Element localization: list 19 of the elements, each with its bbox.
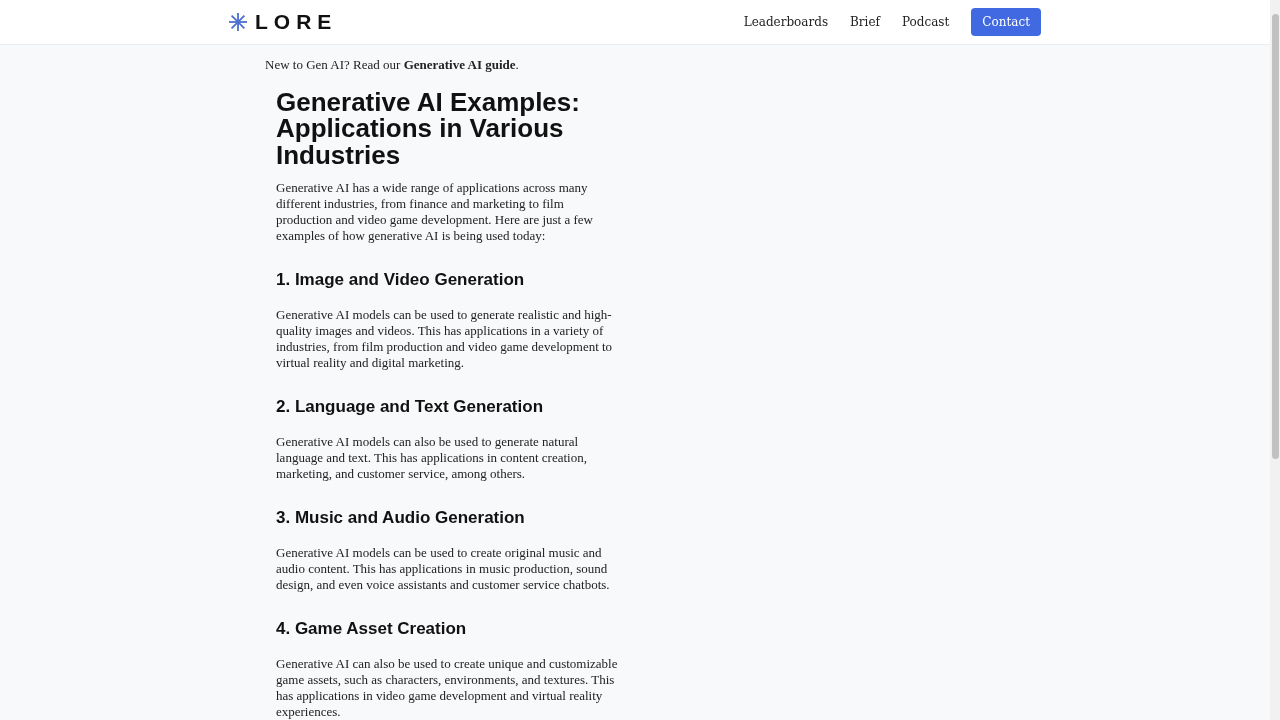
section-heading: 1. Image and Video Generation (276, 270, 526, 290)
section-heading: 2. Language and Text Generation (276, 397, 544, 417)
logo[interactable]: LORE (255, 9, 338, 34)
section-paragraph: Generative AI can also be used to create unique and customizable game assets, such as characters, environments, and textures. This has applications in video game development and virtual reality experiences. (276, 656, 618, 720)
intro-paragraph: Generative AI has a wide range of applications across many different industries, from finance and marketing to film production and video game development. Here are just a few examples of how generative AI is being used today: (276, 180, 594, 244)
section-paragraph: Generative AI models can be used to generate realistic and high-quality images and videos. This has applications in a variety of industries, from film production and video game development to virtual reality and digital marketing. (276, 307, 614, 371)
section-heading: 3. Music and Audio Generation (276, 508, 526, 528)
scrollbar[interactable] (1270, 0, 1280, 720)
nav-link[interactable]: Podcast (902, 14, 950, 29)
scrollbar-thumb[interactable] (1271, 14, 1279, 459)
contact-button[interactable]: Contact (971, 7, 1041, 36)
section-paragraph: Generative AI models can also be used to generate natural language and text. This has applications in content creation, marketing, and customer service, among others. (276, 434, 588, 482)
guide-notice: New to Gen AI? Read our Generative AI guide. (265, 56, 520, 73)
asterisk-icon (229, 12, 247, 31)
section-paragraph: Generative AI models can be used to create original music and audio content. This has applications in music production, sound design, and even voice assistants and customer service chatbots. (276, 545, 611, 593)
nav-link[interactable]: Leaderboards (743, 14, 829, 29)
section-heading: 4. Game Asset Creation (276, 619, 468, 639)
nav-link[interactable]: Brief (850, 14, 880, 29)
article-title: Generative AI Examples: Applications in Various Industries (276, 88, 581, 168)
